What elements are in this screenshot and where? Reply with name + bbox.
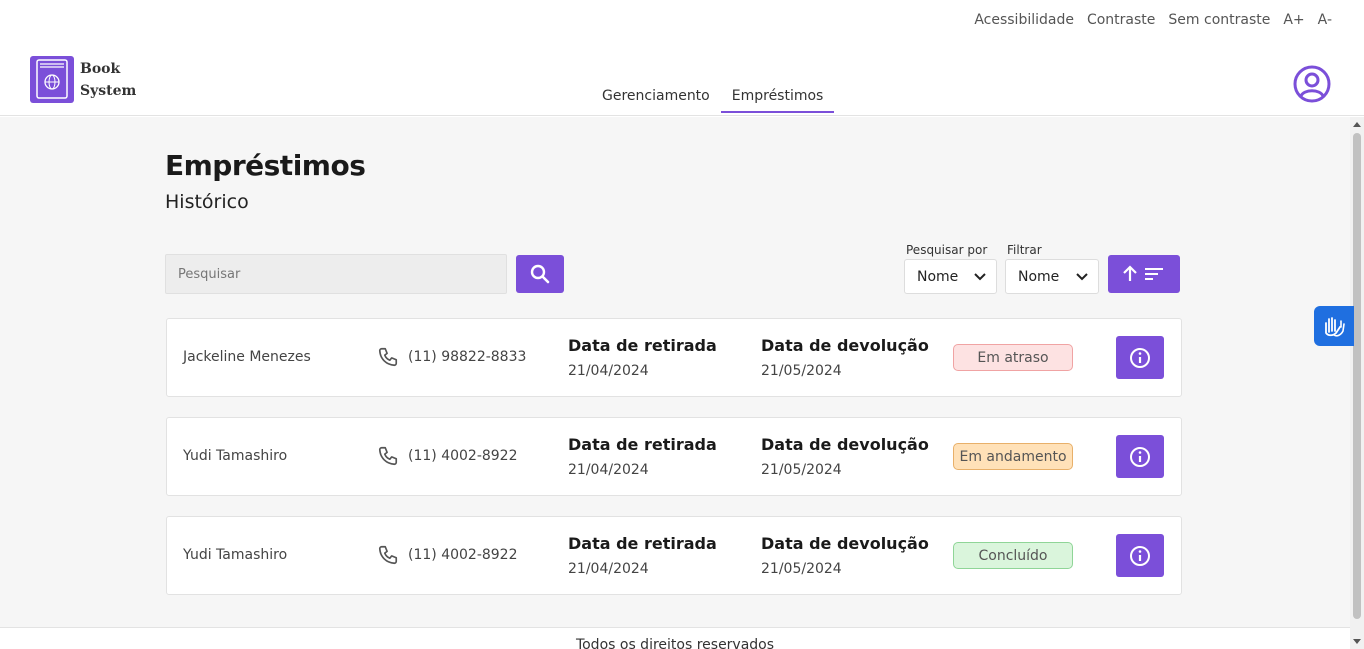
borrower-phone: (11) 4002-8922 bbox=[408, 448, 518, 464]
sign-language-widget[interactable] bbox=[1314, 306, 1354, 346]
pickup-date: 21/04/2024 bbox=[568, 363, 649, 379]
logo-line-1: Book bbox=[80, 60, 121, 77]
pickup-date-label: Data de retirada bbox=[568, 336, 717, 355]
search-button[interactable] bbox=[516, 255, 564, 293]
phone-icon bbox=[378, 446, 398, 466]
return-date-label: Data de devolução bbox=[761, 435, 929, 454]
filter-label: Filtrar bbox=[1007, 243, 1042, 257]
borrower-name: Jackeline Menezes bbox=[183, 349, 311, 365]
book-globe-icon bbox=[30, 56, 74, 103]
sort-button[interactable] bbox=[1108, 255, 1180, 293]
pickup-date-label: Data de retirada bbox=[568, 534, 717, 553]
no-contrast-link[interactable]: Sem contraste bbox=[1168, 12, 1270, 28]
scroll-thumb[interactable] bbox=[1353, 133, 1361, 619]
borrower-phone: (11) 98822-8833 bbox=[408, 349, 527, 365]
status-badge: Concluído bbox=[953, 542, 1073, 569]
logo-text: Book System bbox=[80, 58, 136, 102]
accessibility-bar: Acessibilidade Contraste Sem contraste A… bbox=[974, 12, 1332, 28]
return-date: 21/05/2024 bbox=[761, 561, 842, 577]
header: Book System Gerenciamento Empréstimos bbox=[0, 48, 1364, 116]
filter-value: Nome bbox=[1018, 268, 1060, 285]
loan-card: Yudi Tamashiro (11) 4002-8922 Data de re… bbox=[166, 417, 1182, 496]
search-by-label: Pesquisar por bbox=[906, 243, 988, 257]
return-date-label: Data de devolução bbox=[761, 336, 929, 355]
contrast-link[interactable]: Contraste bbox=[1087, 12, 1155, 28]
loan-card: Jackeline Menezes (11) 98822-8833 Data d… bbox=[166, 318, 1182, 397]
borrower-phone: (11) 4002-8922 bbox=[408, 547, 518, 563]
logo[interactable]: Book System bbox=[30, 56, 136, 103]
info-icon bbox=[1130, 347, 1150, 368]
nav-item-emprestimos[interactable]: Empréstimos bbox=[720, 78, 835, 113]
main-nav: Gerenciamento Empréstimos bbox=[591, 78, 835, 113]
status-badge: Em andamento bbox=[953, 443, 1073, 470]
sort-ascending-icon bbox=[1123, 265, 1163, 281]
pickup-date-label: Data de retirada bbox=[568, 435, 717, 454]
font-increase-link[interactable]: A+ bbox=[1283, 12, 1304, 28]
chevron-down-icon bbox=[974, 272, 986, 280]
return-date: 21/05/2024 bbox=[761, 363, 842, 379]
search-icon bbox=[530, 264, 550, 284]
search-by-select[interactable]: Nome bbox=[904, 259, 997, 294]
return-date: 21/05/2024 bbox=[761, 462, 842, 478]
return-date-label: Data de devolução bbox=[761, 534, 929, 553]
loan-card: Yudi Tamashiro (11) 4002-8922 Data de re… bbox=[166, 516, 1182, 595]
phone-icon bbox=[378, 347, 398, 367]
phone-icon bbox=[378, 545, 398, 565]
search-input[interactable] bbox=[165, 254, 507, 294]
footer: Todos os direitos reservados bbox=[0, 627, 1350, 649]
page-subtitle: Histórico bbox=[165, 191, 249, 213]
scroll-down-arrow-icon[interactable] bbox=[1353, 639, 1361, 644]
user-profile-icon[interactable] bbox=[1292, 64, 1332, 104]
scroll-up-arrow-icon[interactable] bbox=[1353, 122, 1361, 127]
info-icon bbox=[1130, 545, 1150, 566]
info-button[interactable] bbox=[1116, 435, 1164, 478]
page-scrollbar[interactable] bbox=[1350, 117, 1364, 649]
page-title: Empréstimos bbox=[165, 149, 366, 182]
info-button[interactable] bbox=[1116, 336, 1164, 379]
filter-select[interactable]: Nome bbox=[1005, 259, 1099, 294]
chevron-down-icon bbox=[1076, 272, 1088, 280]
info-button[interactable] bbox=[1116, 534, 1164, 577]
borrower-name: Yudi Tamashiro bbox=[183, 547, 288, 563]
status-badge: Em atraso bbox=[953, 344, 1073, 371]
sign-language-hands-icon bbox=[1325, 317, 1345, 337]
footer-text: Todos os direitos reservados bbox=[575, 637, 775, 649]
pickup-date: 21/04/2024 bbox=[568, 561, 649, 577]
search-by-value: Nome bbox=[917, 268, 959, 285]
pickup-date: 21/04/2024 bbox=[568, 462, 649, 478]
main-content: Empréstimos Histórico Pesquisar por Nome… bbox=[0, 117, 1350, 627]
borrower-name: Yudi Tamashiro bbox=[183, 448, 288, 464]
info-icon bbox=[1130, 446, 1150, 467]
nav-item-gerenciamento[interactable]: Gerenciamento bbox=[591, 78, 721, 112]
logo-line-2: System bbox=[80, 82, 137, 99]
font-decrease-link[interactable]: A- bbox=[1318, 12, 1332, 28]
accessibility-link[interactable]: Acessibilidade bbox=[974, 12, 1074, 28]
